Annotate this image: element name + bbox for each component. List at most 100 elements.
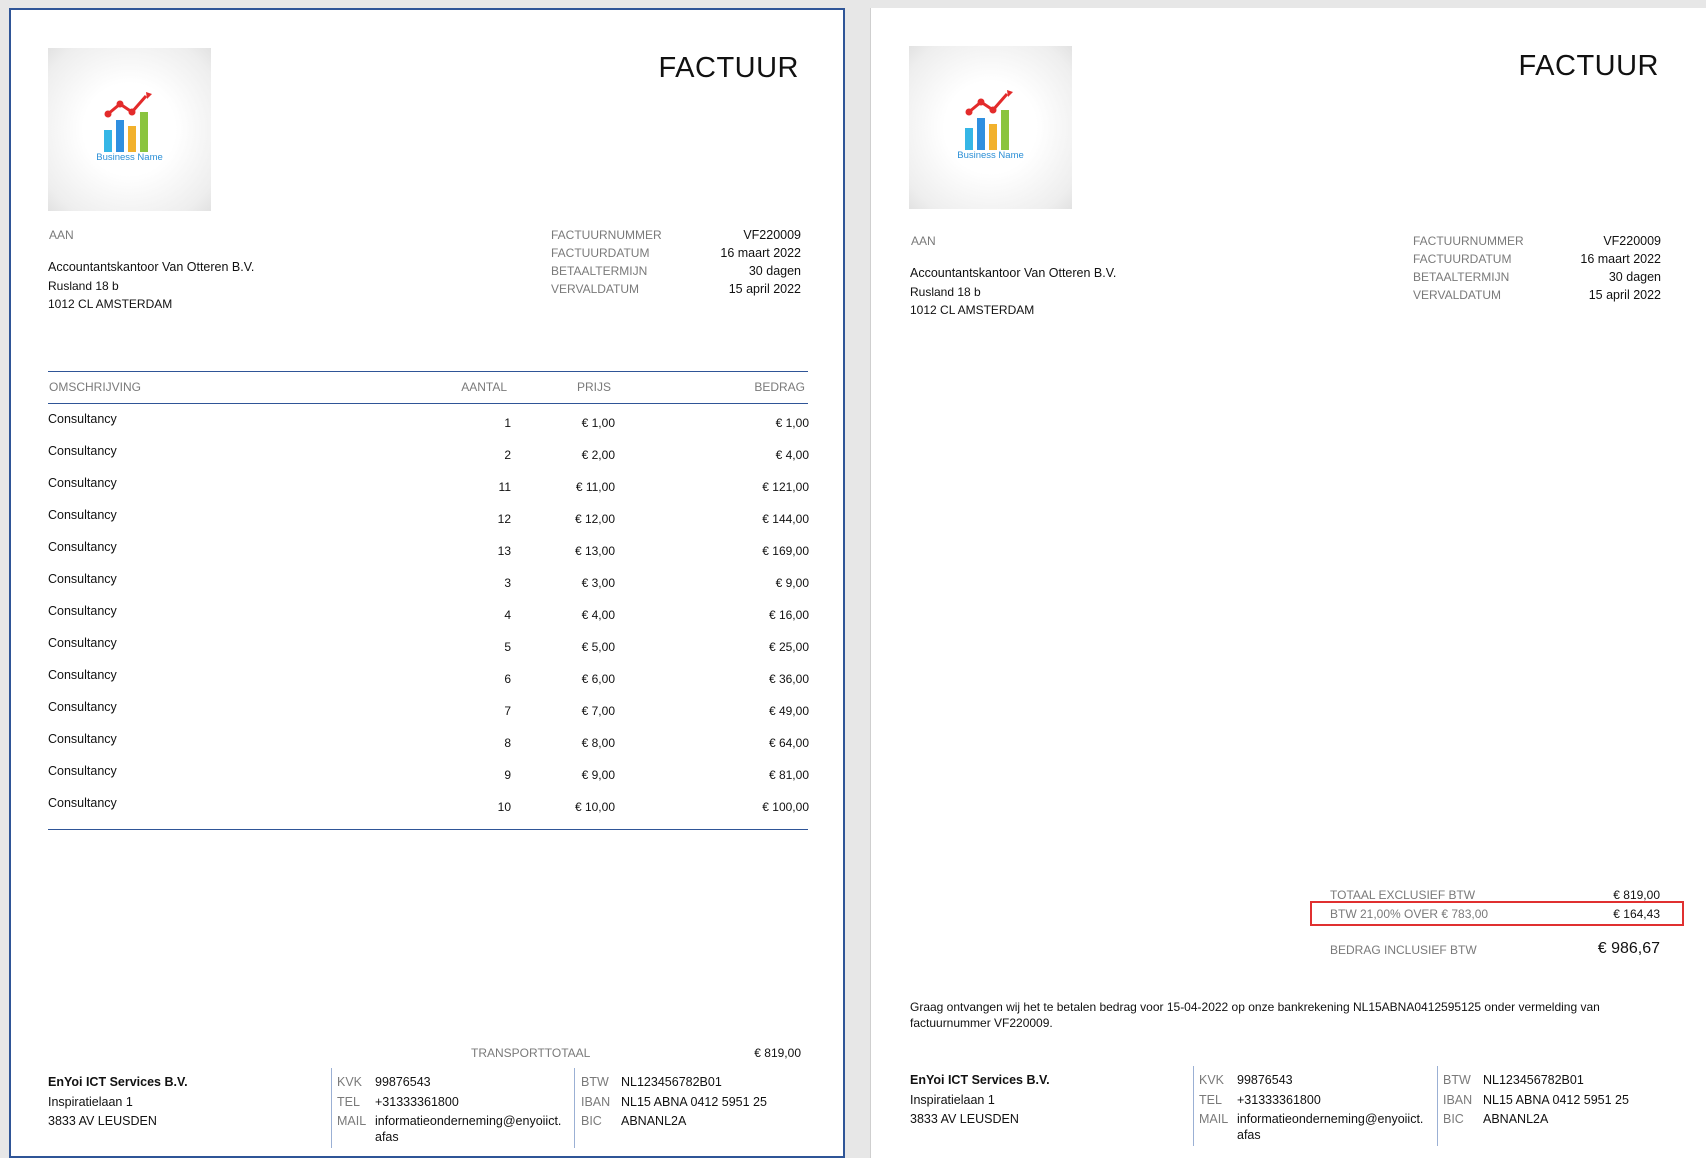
table-row: Consultancy 13 € 13,00 € 169,00 — [11, 540, 843, 572]
recipient-name: Accountantskantoor Van Otteren B.V. — [48, 260, 255, 274]
col-header-description: OMSCHRIJVING — [49, 380, 142, 394]
mail-label: MAIL — [1199, 1112, 1229, 1126]
kvk-value: 99876543 — [375, 1075, 431, 1089]
row-amount: € 9,00 — [775, 576, 809, 590]
tel-label: TEL — [1199, 1093, 1222, 1107]
tel-value: +31333361800 — [1237, 1093, 1321, 1107]
company-street: Inspiratielaan 1 — [910, 1093, 995, 1107]
btw-value: NL123456782B01 — [1483, 1073, 1584, 1087]
meta-value: 30 dagen — [1608, 270, 1661, 284]
row-price: € 13,00 — [574, 544, 615, 558]
row-qty: 3 — [504, 576, 511, 590]
company-name: EnYoi ICT Services B.V. — [910, 1073, 1050, 1087]
row-qty: 7 — [504, 704, 511, 718]
kvk-label: KVK — [1199, 1073, 1225, 1087]
bic-label: BIC — [1443, 1112, 1464, 1126]
row-price: € 4,00 — [581, 608, 615, 622]
meta-label: FACTUURNUMMER — [1413, 234, 1524, 248]
table-header-rule — [48, 403, 808, 404]
meta-value: VF220009 — [1603, 234, 1661, 248]
table-row: Consultancy 12 € 12,00 € 144,00 — [11, 508, 843, 540]
bic-value: ABNANL2A — [621, 1114, 687, 1128]
meta-value: 16 maart 2022 — [1580, 252, 1661, 266]
row-price: € 1,00 — [581, 416, 615, 430]
tel-value: +31333361800 — [375, 1095, 459, 1109]
table-row: Consultancy 6 € 6,00 € 36,00 — [11, 668, 843, 700]
meta-label: FACTUURNUMMER — [551, 228, 662, 242]
company-city: 3833 AV LEUSDEN — [910, 1112, 1019, 1126]
table-row: Consultancy 1 € 1,00 € 1,00 — [11, 412, 843, 444]
row-qty: 1 — [504, 416, 511, 430]
table-row: Consultancy 7 € 7,00 € 49,00 — [11, 700, 843, 732]
meta-value: 15 april 2022 — [1588, 288, 1661, 302]
row-amount: € 100,00 — [762, 800, 809, 814]
row-description: Consultancy — [48, 412, 117, 426]
row-qty: 11 — [498, 480, 511, 494]
meta-value: 30 dagen — [748, 264, 801, 278]
footer-divider — [1437, 1066, 1438, 1146]
row-amount: € 36,00 — [768, 672, 809, 686]
row-description: Consultancy — [48, 636, 117, 650]
recipient-street: Rusland 18 b — [910, 285, 981, 299]
vat-label: BTW 21,00% OVER € 783,00 — [1330, 907, 1489, 921]
recipient-city: 1012 CL AMSTERDAM — [910, 303, 1035, 317]
transport-total-value: € 819,00 — [754, 1046, 801, 1060]
bar-chart-logo-icon — [104, 92, 152, 152]
row-description: Consultancy — [48, 700, 117, 714]
mail-value-cont: afas — [1237, 1128, 1261, 1142]
footer-divider — [1193, 1066, 1194, 1146]
total-excl-label: TOTAAL EXCLUSIEF BTW — [1330, 888, 1476, 902]
col-header-amount: BEDRAG — [754, 380, 805, 394]
meta-value: 15 april 2022 — [728, 282, 801, 296]
row-description: Consultancy — [48, 508, 117, 522]
transport-total-label: TRANSPORTTOTAAL — [471, 1046, 591, 1060]
mail-value: informatieonderneming@enyoiict. — [375, 1114, 562, 1128]
invoice-title: FACTUUR — [658, 52, 799, 84]
company-name: EnYoi ICT Services B.V. — [48, 1075, 188, 1089]
table-row: Consultancy 10 € 10,00 € 100,00 — [11, 796, 843, 828]
row-price: € 3,00 — [581, 576, 615, 590]
logo-text: Business Name — [957, 150, 1024, 161]
row-description: Consultancy — [48, 444, 117, 458]
meta-label: BETAALTERMIJN — [551, 264, 648, 278]
row-qty: 9 — [504, 768, 511, 782]
table-row: Consultancy 4 € 4,00 € 16,00 — [11, 604, 843, 636]
logo-text: Business Name — [96, 152, 163, 163]
bar-chart-logo-icon — [965, 90, 1013, 150]
row-amount: € 121,00 — [762, 480, 809, 494]
row-qty: 5 — [504, 640, 511, 654]
row-price: € 7,00 — [581, 704, 615, 718]
row-price: € 5,00 — [581, 640, 615, 654]
total-incl-value: € 986,67 — [1597, 940, 1660, 957]
row-amount: € 4,00 — [775, 448, 809, 462]
row-amount: € 81,00 — [768, 768, 809, 782]
btw-value: NL123456782B01 — [621, 1075, 722, 1089]
invoice-title: FACTUUR — [1518, 50, 1659, 82]
meta-label: FACTUURDATUM — [1413, 252, 1512, 266]
row-price: € 8,00 — [581, 736, 615, 750]
meta-label: BETAALTERMIJN — [1413, 270, 1510, 284]
table-bottom-rule — [48, 829, 808, 830]
meta-value: 16 maart 2022 — [720, 246, 801, 260]
table-row: Consultancy 9 € 9,00 € 81,00 — [11, 764, 843, 796]
row-description: Consultancy — [48, 668, 117, 682]
meta-label: VERVALDATUM — [551, 282, 640, 296]
footer-divider — [331, 1068, 332, 1148]
table-top-rule — [48, 371, 808, 372]
business-logo: Business Name — [909, 46, 1072, 209]
row-qty: 13 — [497, 544, 511, 558]
recipient-street: Rusland 18 b — [48, 279, 119, 293]
invoice-page-1: Business Name FACTUUR AAN Accountantskan… — [9, 8, 845, 1158]
row-amount: € 25,00 — [768, 640, 809, 654]
row-qty: 2 — [504, 448, 511, 462]
row-qty: 12 — [497, 512, 511, 526]
bic-label: BIC — [581, 1114, 602, 1128]
company-street: Inspiratielaan 1 — [48, 1095, 133, 1109]
row-amount: € 64,00 — [768, 736, 809, 750]
mail-value-cont: afas — [375, 1130, 399, 1144]
row-price: € 12,00 — [574, 512, 615, 526]
footer-divider — [574, 1068, 575, 1148]
bic-value: ABNANL2A — [1483, 1112, 1549, 1126]
tel-label: TEL — [337, 1095, 360, 1109]
kvk-label: KVK — [337, 1075, 363, 1089]
